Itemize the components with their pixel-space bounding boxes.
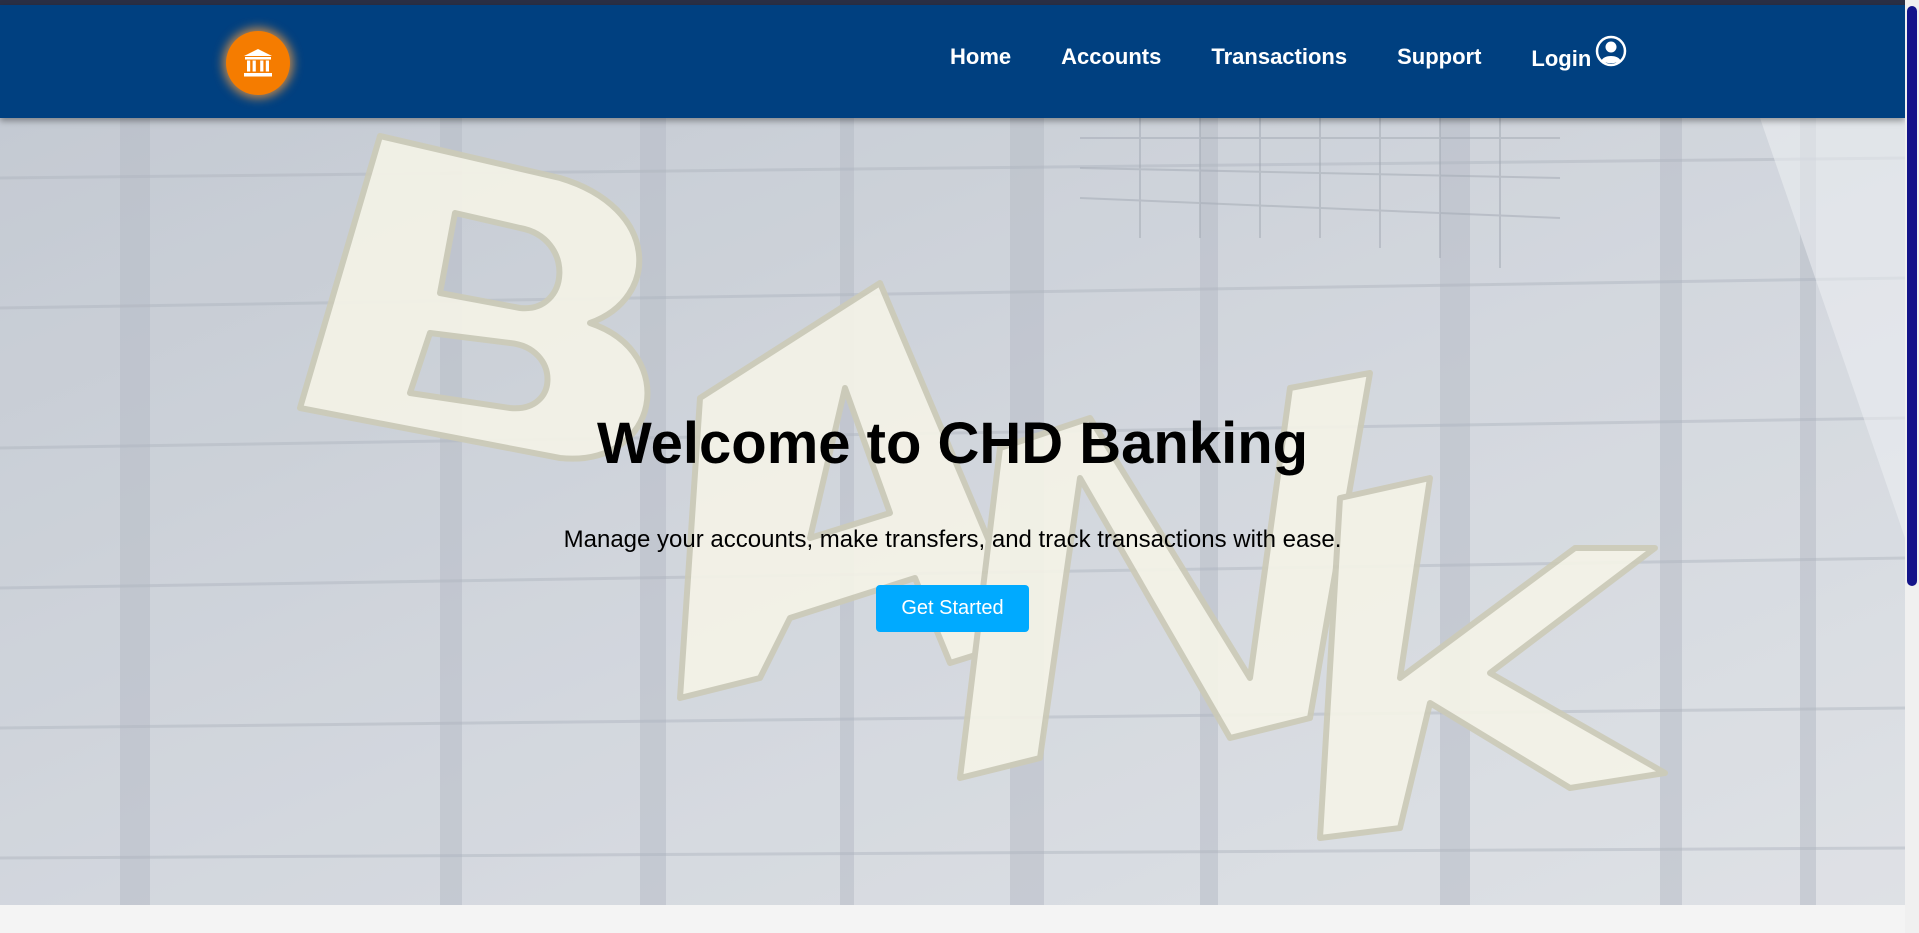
footer-strip (0, 905, 1905, 933)
nav-support-link[interactable]: Support (1397, 44, 1481, 70)
logo[interactable] (226, 31, 290, 95)
main-nav: Home Accounts Transactions Support Login (950, 35, 1627, 73)
login-label: Login (1531, 46, 1592, 71)
page: Home Accounts Transactions Support Login (0, 0, 1919, 933)
navbar: Home Accounts Transactions Support Login (0, 5, 1905, 118)
hero-section: Welcome to CHD Banking Manage your accou… (0, 118, 1905, 905)
hero-title: Welcome to CHD Banking (596, 411, 1309, 476)
scrollbar-thumb[interactable] (1907, 6, 1917, 586)
hero-content: Welcome to CHD Banking Manage your accou… (0, 118, 1905, 905)
nav-accounts-link[interactable]: Accounts (1061, 44, 1161, 70)
login-link[interactable]: Login (1531, 35, 1627, 73)
vertical-scrollbar[interactable] (1905, 0, 1919, 933)
nav-home-link[interactable]: Home (950, 44, 1011, 70)
bank-icon (244, 49, 272, 77)
get-started-button[interactable]: Get Started (876, 585, 1029, 632)
nav-transactions-link[interactable]: Transactions (1211, 44, 1347, 70)
hero-subtitle: Manage your accounts, make transfers, an… (563, 526, 1342, 553)
user-circle-icon (1595, 35, 1627, 73)
